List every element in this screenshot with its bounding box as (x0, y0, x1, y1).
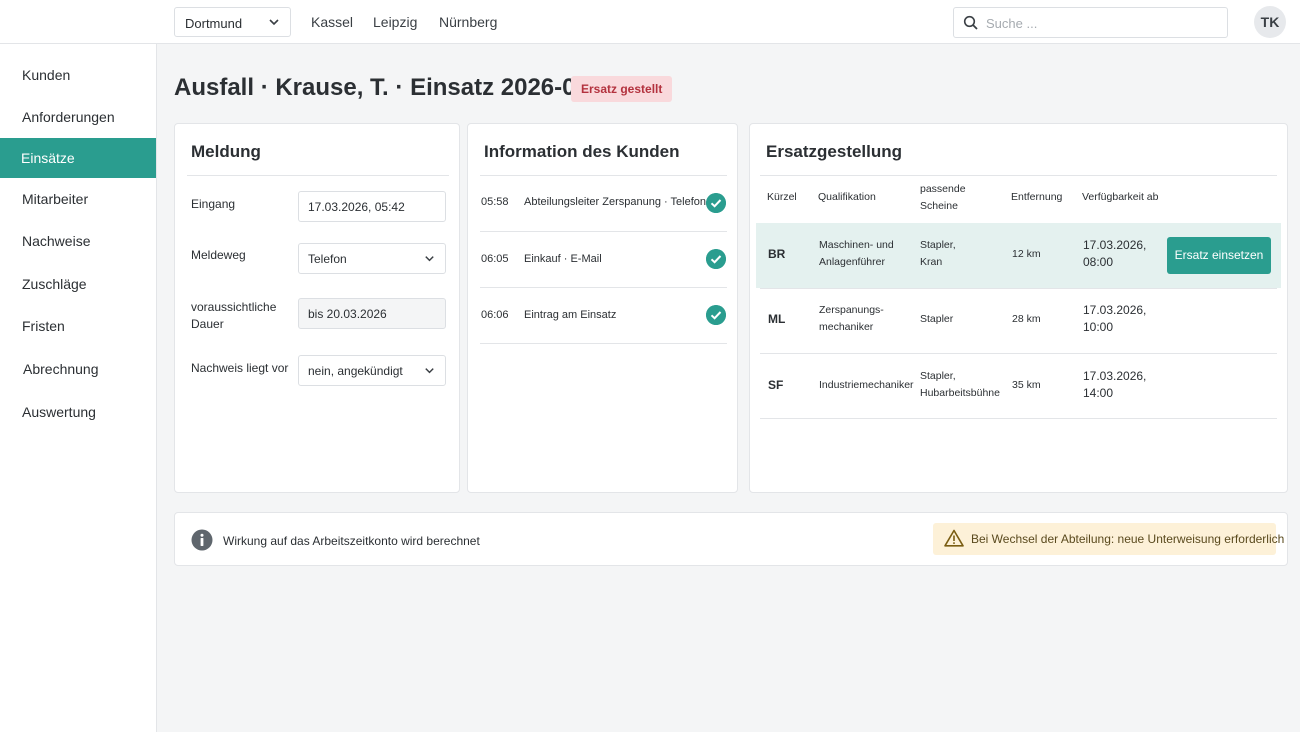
chevron-down-icon (269, 19, 279, 26)
meldung-title: Meldung (191, 142, 261, 161)
column-header: Kürzel (767, 191, 797, 203)
column-header: Verfügbarkeit ab (1082, 191, 1159, 203)
meldung-card: Meldung Eingang 17.03.2026, 05:42 Meldew… (174, 123, 460, 493)
avatar[interactable]: TK (1254, 6, 1286, 38)
nav-link-kassel[interactable]: Kassel (311, 14, 353, 30)
sidebar-item-fristen[interactable]: Fristen (0, 306, 156, 346)
chevron-down-icon (425, 368, 434, 374)
row-scheine: Stapler, Hubarbeitsbühne (920, 370, 1000, 399)
divider (480, 231, 727, 232)
page-title: Ausfall · Krause, T. · Einsatz 2026-0418 (174, 74, 616, 102)
row-distance: 28 km (1012, 313, 1041, 325)
nachweis-value: nein, angekündigt (308, 364, 403, 378)
location-select-value: Dortmund (185, 16, 243, 31)
info-text: Wirkung auf das Arbeitszeitkonto wird be… (223, 534, 480, 548)
row-code: BR (768, 247, 786, 261)
divider (760, 418, 1277, 419)
timeline-text: Eintrag am Einsatz (524, 309, 617, 321)
table-row[interactable]: ML Zerspanungs- mechaniker Stapler 28 km… (760, 289, 1275, 354)
row-code: SF (768, 378, 784, 392)
warning-icon (944, 529, 964, 547)
timeline-time: 06:05 (481, 253, 509, 265)
top-bar: Dortmund Kassel Leipzig Nürnberg TK (0, 0, 1300, 44)
row-scheine: Stapler (920, 313, 954, 325)
nav-link-leipzig[interactable]: Leipzig (373, 14, 417, 30)
table-row[interactable]: SF Industriemechaniker Stapler, Hubarbei… (760, 354, 1275, 419)
row-availability: 17.03.2026, 08:00 (1083, 238, 1147, 269)
field-label-nachweis: Nachweis liegt vor (191, 361, 289, 375)
sidebar-item-einsaetze[interactable]: Einsätze (0, 138, 156, 178)
warning-banner: Bei Wechsel der Abteilung: neue Unterwei… (933, 523, 1284, 555)
eingang-field[interactable]: 17.03.2026, 05:42 (298, 191, 446, 222)
check-icon (706, 249, 726, 269)
column-header: passende Scheine (920, 183, 966, 212)
sidebar: Kunden Anforderungen Einsätze Mitarbeite… (0, 44, 157, 732)
sidebar-item-mitarbeiter[interactable]: Mitarbeiter (0, 179, 156, 219)
sidebar-item-nachweise[interactable]: Nachweise (0, 221, 156, 261)
nachweis-select[interactable]: nein, angekündigt (298, 355, 446, 386)
divider (480, 287, 727, 288)
field-label-eingang: Eingang (191, 197, 236, 211)
page-title-type: Ausfall (174, 74, 255, 101)
dauer-field[interactable]: bis 20.03.2026 (298, 298, 446, 329)
page-title-person: · Krause, T. (260, 74, 389, 101)
search-box (953, 7, 1228, 38)
column-header: Entfernung (1011, 191, 1063, 203)
nav-link-nuernberg[interactable]: Nürnberg (439, 14, 497, 30)
kunde-card: Information des Kunden 05:58 Abteilungsl… (467, 123, 738, 493)
search-input[interactable] (986, 13, 1216, 33)
divider (760, 175, 1277, 176)
dauer-value: bis 20.03.2026 (308, 307, 387, 321)
check-icon (706, 193, 726, 213)
field-label-dauer: voraussichtliche Dauer (191, 300, 277, 331)
timeline-time: 05:58 (481, 196, 509, 208)
sidebar-item-kunden[interactable]: Kunden (0, 55, 156, 95)
kunde-title: Information des Kunden (484, 142, 680, 161)
row-availability: 17.03.2026, 10:00 (1083, 303, 1147, 334)
row-distance: 35 km (1012, 379, 1041, 391)
row-qualification: Industriemechaniker (819, 379, 914, 391)
warning-text: Bei Wechsel der Abteilung: neue Unterwei… (971, 532, 1285, 546)
divider (187, 175, 449, 176)
row-availability: 17.03.2026, 14:00 (1083, 369, 1147, 400)
chevron-down-icon (425, 256, 434, 262)
timeline-text: Einkauf · E-Mail (524, 253, 602, 265)
status-badge: Ersatz gestellt (571, 76, 673, 102)
row-code: ML (768, 312, 786, 326)
timeline-time: 06:06 (481, 309, 509, 321)
ersatz-title: Ersatzgestellung (766, 142, 903, 161)
info-icon (191, 529, 213, 551)
ersatz-einsetzen-button[interactable]: Ersatz einsetzen (1167, 237, 1271, 274)
ersatz-card: Ersatzgestellung Kürzel Qualifikation pa… (749, 123, 1288, 493)
row-qualification: Maschinen- und Anlagenführer (819, 239, 894, 268)
search-icon (963, 15, 978, 30)
timeline-text: Abteilungsleiter Zerspanung · Telefon (524, 196, 707, 208)
sidebar-item-zuschlaege[interactable]: Zuschläge (0, 264, 156, 304)
row-scheine: Stapler, Kran (920, 239, 956, 268)
row-distance: 12 km (1012, 248, 1041, 260)
sidebar-item-auswertung[interactable]: Auswertung (0, 392, 156, 432)
meldeweg-select[interactable]: Telefon (298, 243, 446, 274)
column-header: Qualifikation (818, 191, 876, 203)
eingang-value: 17.03.2026, 05:42 (308, 200, 405, 214)
check-icon (706, 305, 726, 325)
info-bar: Wirkung auf das Arbeitszeitkonto wird be… (174, 512, 1288, 566)
divider (480, 343, 727, 344)
row-qualification: Zerspanungs- mechaniker (819, 304, 884, 333)
divider (480, 175, 727, 176)
sidebar-item-anforderungen[interactable]: Anforderungen (0, 97, 156, 137)
field-label-meldeweg: Meldeweg (191, 248, 246, 262)
location-select[interactable]: Dortmund (174, 7, 291, 37)
sidebar-item-abrechnung[interactable]: Abrechnung (0, 349, 156, 389)
meldeweg-value: Telefon (308, 252, 347, 266)
